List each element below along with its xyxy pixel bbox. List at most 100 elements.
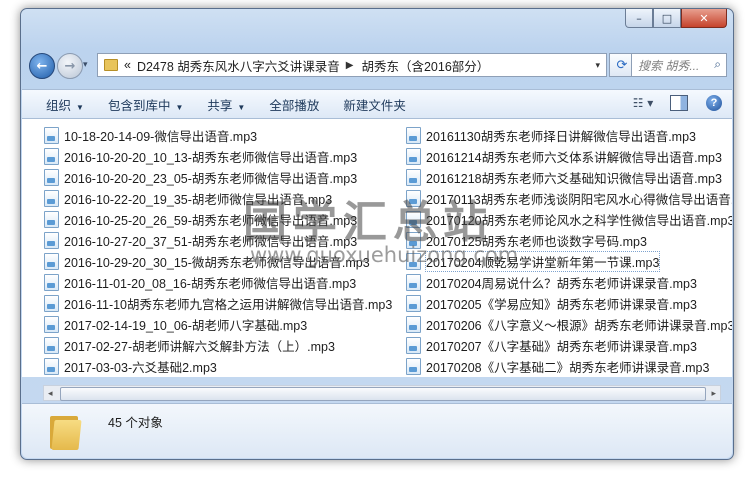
file-item[interactable]: 10-18-20-14-09-微信导出语音.mp3 — [44, 125, 406, 146]
file-item[interactable]: 2017-02-27-胡老师讲解六爻解卦方法（上）.mp3 — [44, 335, 406, 356]
new-folder-button[interactable]: 新建文件夹 — [343, 95, 406, 114]
file-item[interactable]: 20170206《八字意义～根源》胡秀东老师讲课录音.mp3 — [406, 314, 732, 335]
file-item[interactable]: 2016-11-10胡秀东老师九宫格之运用讲解微信导出语音.mp3 — [44, 293, 406, 314]
file-item[interactable]: 20161130胡秀东老师择日讲解微信导出语音.mp3 — [406, 125, 714, 146]
play-all-button[interactable]: 全部播放 — [269, 95, 319, 114]
file-list: 10-18-20-14-09-微信导出语音.mp3 2016-10-20-20_1… — [22, 119, 732, 377]
file-item[interactable]: 20170120胡秀东老师论风水之科学性微信导出语音.mp3 — [406, 209, 732, 230]
audio-file-icon — [44, 274, 59, 291]
file-name: 20170208《八字基础二》胡秀东老师讲课录音.mp3 — [426, 361, 710, 375]
file-name: 2016-10-29-20_30_15-微胡秀东老师微信导出语音.mp3 — [64, 256, 370, 270]
file-item[interactable]: 2016-10-25-20_26_59-胡秀东老师微信导出语音.mp3 — [44, 209, 406, 230]
file-name: 2016-10-25-20_26_59-胡秀东老师微信导出语音.mp3 — [64, 214, 358, 228]
folder-icon — [104, 59, 118, 71]
file-name: 2016-11-10胡秀东老师九宫格之运用讲解微信导出语音.mp3 — [64, 298, 393, 312]
command-bar: 组织 ▼ 包含到库中 ▼ 共享 ▼ 全部播放 新建文件夹 ☷ ▾ ? — [22, 89, 732, 119]
file-name: 20170205《学易应知》胡秀东老师讲课录音.mp3 — [426, 298, 697, 312]
navigation-bar: ← → ▾ « D2478 胡秀东风水八字六爻讲课录音 ▶ 胡秀东（含2016部… — [27, 53, 727, 79]
scroll-left-icon[interactable]: ◂ — [48, 388, 53, 399]
audio-file-icon — [44, 295, 59, 312]
file-item[interactable]: 20170125胡秀东老师也谈数字号码.mp3 — [406, 230, 714, 251]
folder-icon — [50, 412, 82, 450]
file-item[interactable]: 20170208《八字基础二》胡秀东老师讲课录音.mp3 — [406, 356, 714, 377]
file-item[interactable]: 2016-10-20-20_10_13-胡秀东老师微信导出语音.mp3 — [44, 146, 406, 167]
breadcrumb-segment-parent[interactable]: D2478 胡秀东风水八字六爻讲课录音 — [137, 56, 340, 75]
search-input[interactable]: 搜索 胡秀... ⌕ — [631, 53, 727, 77]
organize-label: 组织 — [46, 98, 72, 113]
maximize-button[interactable]: □ — [653, 9, 681, 28]
help-icon[interactable]: ? — [706, 95, 722, 111]
file-name: 2017-02-27-胡老师讲解六爻解卦方法（上）.mp3 — [64, 340, 335, 354]
audio-file-icon — [406, 148, 421, 165]
audio-file-icon — [44, 337, 59, 354]
audio-file-icon — [406, 211, 421, 228]
breadcrumb-segment-current[interactable]: 胡秀东（含2016部分） — [361, 56, 489, 75]
minimize-button[interactable]: – — [625, 9, 653, 28]
explorer-window: – □ ✕ ← → ▾ « D2478 胡秀东风水八字六爻讲课录音 ▶ 胡秀东（… — [20, 8, 734, 460]
file-item[interactable]: 20161214胡秀东老师六爻体系讲解微信导出语音.mp3 — [406, 146, 722, 167]
file-name: 2016-10-20-20_10_13-胡秀东老师微信导出语音.mp3 — [64, 151, 358, 165]
horizontal-scrollbar[interactable]: ◂ ▸ — [43, 385, 721, 401]
breadcrumb-separator-icon[interactable]: ▶ — [346, 60, 354, 71]
file-item[interactable]: 20170113胡秀东老师浅谈阴阳宅风水心得微信导出语音. — [406, 188, 732, 209]
file-name: 20161218胡秀东老师六爻基础知识微信导出语音.mp3 — [426, 172, 722, 186]
audio-file-icon — [44, 316, 59, 333]
search-placeholder: 搜索 胡秀... — [638, 58, 700, 73]
caption-buttons: – □ ✕ — [625, 9, 727, 28]
file-name: 20161214胡秀东老师六爻体系讲解微信导出语音.mp3 — [426, 151, 722, 165]
file-item[interactable]: 20170204顺乾易学讲堂新年第一节课.mp3 — [406, 251, 714, 272]
file-item[interactable]: 2016-10-27-20_37_51-胡秀东老师微信导出语音.mp3 — [44, 230, 406, 251]
organize-menu[interactable]: 组织 ▼ — [46, 95, 84, 114]
close-button[interactable]: ✕ — [681, 9, 727, 28]
file-name: 20170120胡秀东老师论风水之科学性微信导出语音.mp3 — [426, 214, 732, 228]
file-name: 10-18-20-14-09-微信导出语音.mp3 — [64, 130, 258, 144]
file-name: 20170125胡秀东老师也谈数字号码.mp3 — [426, 235, 647, 249]
scroll-right-icon[interactable]: ▸ — [711, 388, 716, 399]
audio-file-icon — [406, 295, 421, 312]
file-item[interactable]: 2016-11-01-20_08_16-胡秀东老师微信导出语音.mp3 — [44, 272, 406, 293]
audio-file-icon — [44, 148, 59, 165]
file-item[interactable]: 20161218胡秀东老师六爻基础知识微信导出语音.mp3 — [406, 167, 722, 188]
file-name: 2016-10-22-20_19_35-胡老师微信导出语音.mp3 — [64, 193, 333, 207]
audio-file-icon — [406, 169, 421, 186]
scrollbar-thumb[interactable] — [60, 387, 706, 401]
forward-button[interactable]: → — [57, 53, 83, 79]
audio-file-icon — [406, 253, 421, 270]
file-name: 2016-11-01-20_08_16-胡秀东老师微信导出语音.mp3 — [64, 277, 357, 291]
file-item[interactable]: 2016-10-29-20_30_15-微胡秀东老师微信导出语音.mp3 — [44, 251, 406, 272]
file-item[interactable]: 2016-10-22-20_19_35-胡老师微信导出语音.mp3 — [44, 188, 406, 209]
details-pane: 45 个对象 — [22, 403, 732, 458]
address-overflow-chevron[interactable]: « — [124, 58, 131, 72]
file-name: 2017-02-14-19_10_06-胡老师八字基础.mp3 — [64, 319, 308, 333]
search-icon[interactable]: ⌕ — [714, 57, 721, 72]
preview-pane-icon[interactable] — [670, 95, 688, 111]
file-item[interactable]: 2017-03-03-六爻基础2.mp3 — [44, 356, 406, 377]
file-item[interactable]: 2016-10-20-20_23_05-胡秀东老师微信导出语音.mp3 — [44, 167, 406, 188]
file-column-left: 10-18-20-14-09-微信导出语音.mp3 2016-10-20-20_1… — [44, 125, 406, 377]
view-options-icon[interactable]: ☷ ▾ — [632, 94, 654, 112]
file-item[interactable]: 2017-02-14-19_10_06-胡老师八字基础.mp3 — [44, 314, 406, 335]
back-button[interactable]: ← — [29, 53, 55, 79]
file-name: 20161130胡秀东老师择日讲解微信导出语音.mp3 — [426, 130, 696, 144]
file-name: 20170207《八字基础》胡秀东老师讲课录音.mp3 — [426, 340, 697, 354]
file-item[interactable]: 20170204周易说什么？胡秀东老师讲课录音.mp3 — [406, 272, 714, 293]
chevron-down-icon: ▼ — [175, 102, 184, 112]
include-in-library-menu[interactable]: 包含到库中 ▼ — [108, 95, 183, 114]
audio-file-icon — [406, 232, 421, 249]
file-item[interactable]: 20170205《学易应知》胡秀东老师讲课录音.mp3 — [406, 293, 714, 314]
audio-file-icon — [44, 358, 59, 375]
address-dropdown-icon[interactable]: ▾ — [595, 60, 600, 71]
file-name: 2016-10-27-20_37_51-胡秀东老师微信导出语音.mp3 — [64, 235, 358, 249]
address-bar[interactable]: « D2478 胡秀东风水八字六爻讲课录音 ▶ 胡秀东（含2016部分） ▾ — [97, 53, 607, 77]
include-in-library-label: 包含到库中 — [107, 98, 171, 113]
file-name: 2016-10-20-20_23_05-胡秀东老师微信导出语音.mp3 — [64, 172, 358, 186]
file-item[interactable]: 20170207《八字基础》胡秀东老师讲课录音.mp3 — [406, 335, 714, 356]
share-menu[interactable]: 共享 ▼ — [207, 95, 245, 114]
audio-file-icon — [406, 274, 421, 291]
file-name: 20170204顺乾易学讲堂新年第一节课.mp3 — [424, 251, 661, 272]
share-label: 共享 — [207, 98, 233, 113]
audio-file-icon — [44, 190, 59, 207]
item-count: 45 个对象 — [108, 416, 163, 430]
recent-pages-dropdown[interactable]: ▾ — [83, 59, 88, 70]
audio-file-icon — [406, 358, 421, 375]
